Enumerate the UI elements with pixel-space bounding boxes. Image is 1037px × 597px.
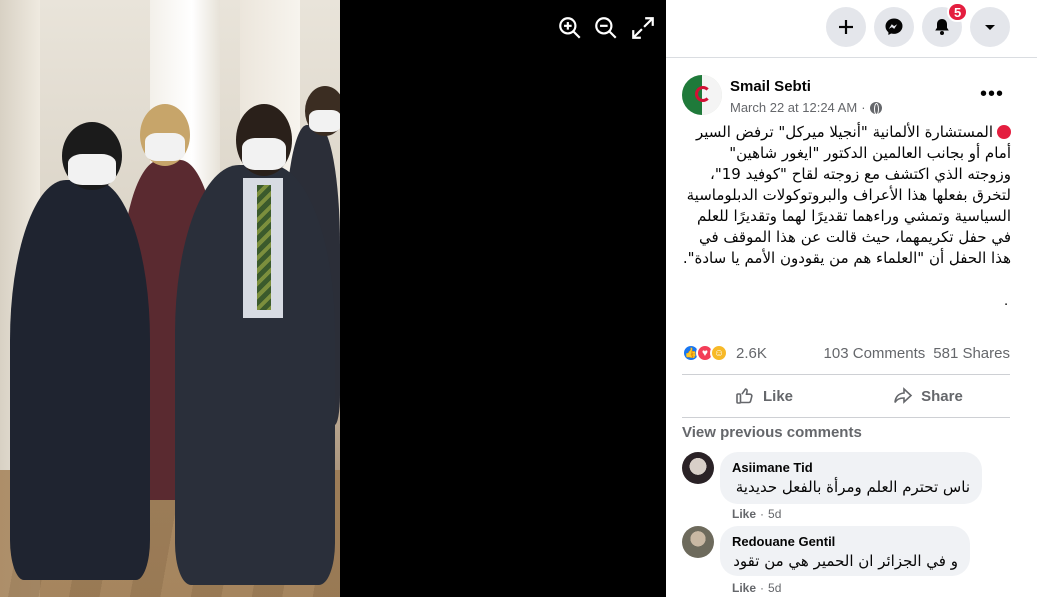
commenter-name[interactable]: Redouane Gentil: [732, 534, 958, 549]
shares-count[interactable]: 581 Shares: [933, 345, 1010, 362]
post-trailing-dot: .: [1004, 292, 1009, 309]
caret-down-icon: [985, 25, 995, 30]
comment-bubble: Redouane Gentil و في الجزائر ان الحمير ه…: [720, 526, 970, 576]
meta-separator: ·: [861, 100, 866, 115]
more-options-icon[interactable]: •••: [976, 80, 1008, 108]
care-reaction-icon: ☺: [710, 344, 728, 362]
photo-head-back: [305, 86, 340, 136]
comment-meta-sep: ·: [760, 581, 765, 595]
photo-viewer: [0, 0, 666, 597]
photo-head-middle: [140, 104, 190, 166]
thumbs-up-icon: [736, 388, 753, 404]
account-menu-button[interactable]: [970, 7, 1010, 47]
messenger-button[interactable]: [874, 7, 914, 47]
view-previous-comments[interactable]: View previous comments: [682, 424, 862, 441]
post-text: المستشارة الألمانية "أنجيلا ميركل" ترفض …: [682, 122, 1011, 269]
create-button[interactable]: [826, 7, 866, 47]
post-counts: 103 Comments 581 Shares: [824, 345, 1010, 362]
post-photo[interactable]: [0, 0, 340, 597]
comment-text: و في الجزائر ان الحمير هي من تقود: [733, 552, 958, 570]
post-actions: Like Share: [682, 374, 1010, 418]
commenter-avatar[interactable]: [682, 452, 714, 484]
zoom-out-icon[interactable]: [592, 14, 620, 42]
fullscreen-icon[interactable]: [629, 14, 657, 42]
panel-scrollbar[interactable]: [1029, 60, 1037, 597]
post-meta: March 22 at 12:24 AM ·: [730, 100, 882, 115]
comments-count[interactable]: 103 Comments: [824, 345, 926, 362]
like-button[interactable]: Like: [682, 375, 846, 417]
commenter-name[interactable]: Asiimane Tid: [732, 460, 970, 475]
messenger-icon: [885, 18, 903, 35]
like-label: Like: [762, 387, 793, 405]
comment-meta: Like · 5d: [732, 507, 781, 521]
photo-head-left: [62, 122, 122, 190]
post-panel: 5 Smail Sebti March 22 at 12:24 AM · •••…: [666, 0, 1037, 597]
comment-time[interactable]: 5d: [768, 507, 781, 521]
reactions-count: 2.6K: [736, 344, 767, 362]
share-label: Share: [921, 387, 963, 405]
photo-tie: [257, 185, 271, 310]
globe-icon: [869, 101, 882, 115]
author-avatar[interactable]: [682, 75, 722, 115]
comment-bubble: Asiimane Tid ناس تحترم العلم ومرأة بالفع…: [720, 452, 982, 504]
photo-head-right: [236, 104, 292, 176]
post-date[interactable]: March 22 at 12:24 AM: [730, 100, 857, 115]
comment-time[interactable]: 5d: [768, 581, 781, 595]
reactions-summary[interactable]: 👍 ♥ ☺ 2.6K: [682, 343, 767, 363]
zoom-in-icon[interactable]: [556, 14, 584, 42]
plus-icon: [839, 20, 853, 34]
notification-badge: 5: [947, 2, 969, 22]
red-circle-icon: [997, 125, 1011, 139]
comment-meta: Like · 5d: [732, 581, 781, 595]
comment-like-button[interactable]: Like: [732, 507, 756, 521]
app-root: 5 Smail Sebti March 22 at 12:24 AM · •••…: [0, 0, 1037, 597]
post-body: المستشارة الألمانية "أنجيلا ميركل" ترفض …: [682, 123, 1011, 267]
author-name[interactable]: Smail Sebti: [730, 78, 811, 95]
commenter-avatar[interactable]: [682, 526, 714, 558]
top-bar: 5: [666, 0, 1037, 58]
photo-person-left: [10, 180, 150, 580]
comment-text: ناس تحترم العلم ومرأة بالفعل حديدية: [735, 478, 970, 496]
share-arrow-icon: [894, 387, 913, 404]
bell-icon: [935, 19, 949, 35]
comment-like-button[interactable]: Like: [732, 581, 756, 595]
comment-meta-sep: ·: [760, 507, 765, 521]
share-button[interactable]: Share: [846, 375, 1010, 417]
